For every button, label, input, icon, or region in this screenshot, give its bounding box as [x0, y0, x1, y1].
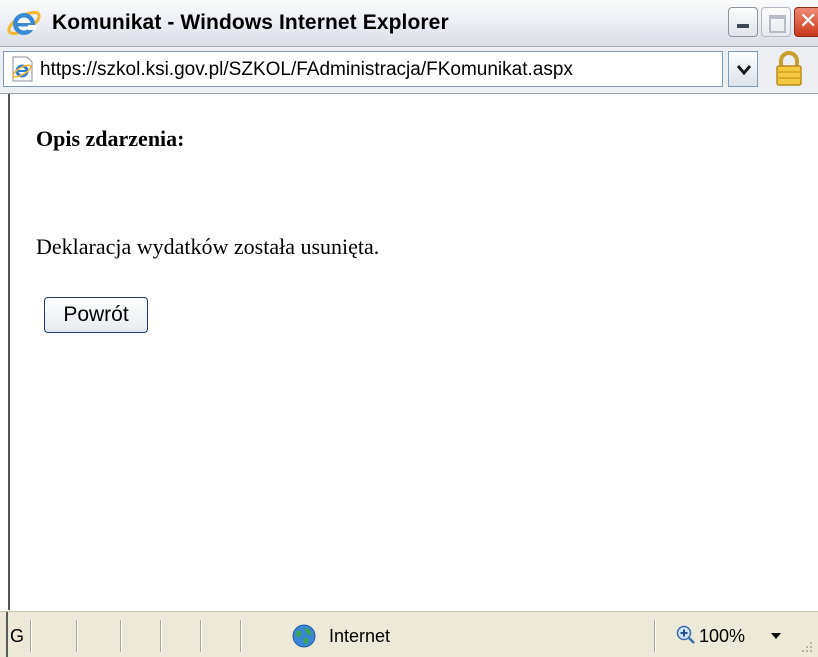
lock-icon[interactable] — [772, 51, 806, 87]
window-title: Komunikat - Windows Internet Explorer — [52, 11, 449, 34]
address-dropdown-button[interactable] — [728, 51, 758, 87]
status-separator — [120, 620, 121, 652]
title-bar[interactable]: Komunikat - Windows Internet Explorer ✕ — [0, 0, 818, 47]
status-divider — [6, 612, 8, 657]
maximize-icon — [769, 15, 786, 33]
status-separator — [160, 620, 161, 652]
status-separator — [654, 620, 655, 652]
event-message: Deklaracja wydatków została usunięta. — [36, 234, 380, 259]
chevron-down-icon — [736, 65, 752, 76]
address-bar: https://szkol.ksi.gov.pl/SZKOL/FAdminist… — [0, 47, 818, 94]
ie-logo-icon — [6, 5, 42, 41]
security-zone-label: Internet — [329, 626, 391, 646]
resize-grip-icon[interactable] — [796, 636, 814, 654]
status-separator — [200, 620, 201, 652]
event-description-heading: Opis zdarzenia: — [36, 126, 185, 151]
minimize-icon — [737, 24, 749, 28]
url-field[interactable]: https://szkol.ksi.gov.pl/SZKOL/FAdminist… — [3, 51, 723, 87]
ie-page-icon — [9, 56, 35, 82]
status-separator — [76, 620, 77, 652]
page-content: Opis zdarzenia: Deklaracja wydatków zost… — [8, 94, 818, 610]
close-button[interactable]: ✕ — [794, 7, 818, 37]
globe-icon — [292, 624, 316, 648]
close-icon: ✕ — [799, 9, 818, 34]
status-separator — [30, 620, 31, 652]
browser-window: Komunikat - Windows Internet Explorer ✕ … — [0, 0, 818, 657]
maximize-button[interactable] — [761, 7, 791, 37]
zoom-level[interactable]: 100% — [699, 626, 745, 647]
minimize-button[interactable] — [728, 7, 758, 37]
status-separator — [240, 620, 241, 652]
back-button[interactable]: Powrót — [44, 297, 148, 333]
url-text: https://szkol.ksi.gov.pl/SZKOL/FAdminist… — [40, 59, 573, 80]
zoom-icon[interactable] — [676, 625, 696, 645]
status-bar: G Internet 100% — [0, 611, 818, 657]
zoom-dropdown-icon[interactable] — [771, 633, 781, 639]
status-text: G — [10, 626, 25, 646]
